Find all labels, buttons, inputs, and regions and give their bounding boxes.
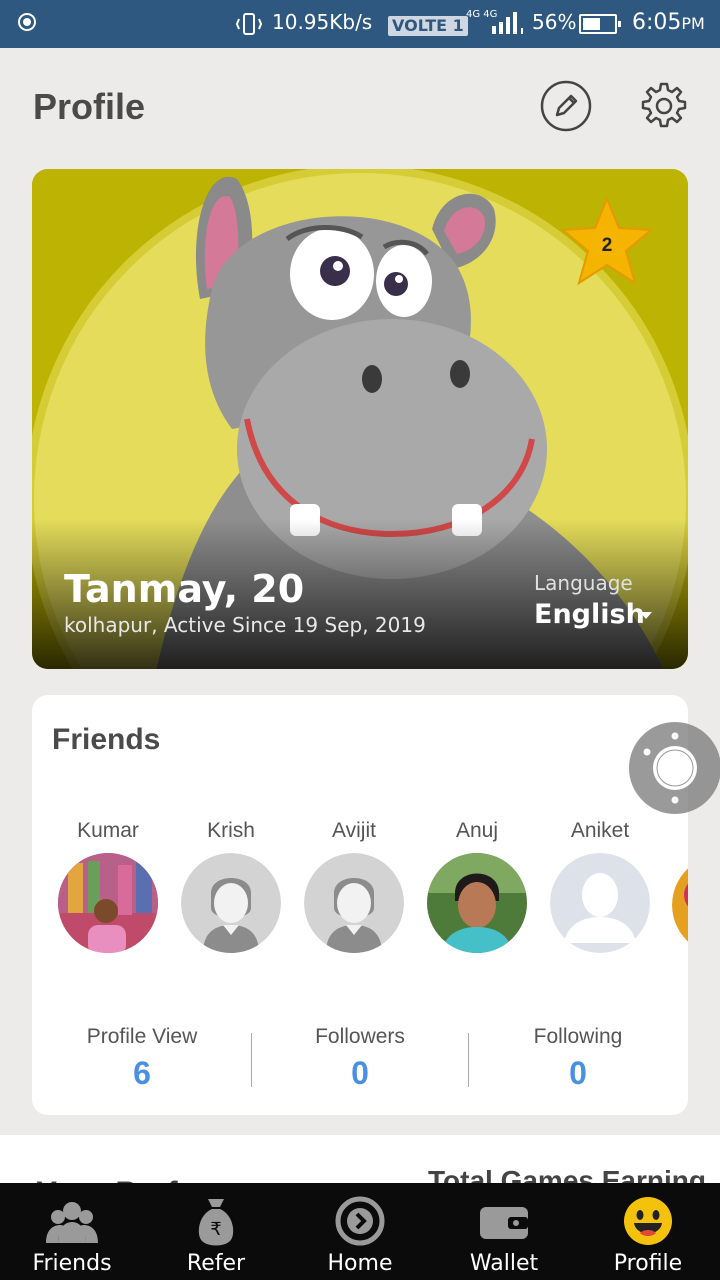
nav-profile[interactable]: Profile bbox=[576, 1183, 720, 1280]
stat-value: 0 bbox=[351, 1055, 369, 1091]
nav-friends[interactable]: Friends bbox=[0, 1183, 144, 1280]
friend-item[interactable]: Kumar bbox=[53, 819, 163, 953]
friend-item[interactable]: Anuj bbox=[422, 819, 532, 953]
clock: 6:05PM bbox=[632, 10, 705, 35]
language-label: Language bbox=[534, 571, 633, 595]
friend-item[interactable]: Avijit bbox=[299, 819, 409, 953]
friend-item[interactable]: Krish bbox=[176, 819, 286, 953]
stat-divider bbox=[251, 1033, 252, 1087]
language-select[interactable]: English bbox=[534, 599, 645, 630]
friend-name: Krish bbox=[207, 819, 255, 842]
profile-name-age: Tanmay, 20 bbox=[64, 567, 305, 611]
stat-label: Profile View bbox=[86, 1025, 198, 1048]
chevron-down-icon[interactable] bbox=[640, 612, 652, 619]
stat-value: 0 bbox=[569, 1055, 587, 1091]
pencil-icon bbox=[540, 80, 592, 132]
edit-profile-button[interactable] bbox=[540, 80, 592, 132]
status-bar: 10.95Kb/s VOLTE 1 4G 4G 56% 6:05PM bbox=[0, 0, 720, 48]
floating-assistive-button[interactable] bbox=[629, 722, 720, 814]
nav-refer[interactable]: ₹ Refer bbox=[144, 1183, 288, 1280]
gear-icon bbox=[641, 82, 687, 128]
money-bag-icon: ₹ bbox=[198, 1199, 234, 1246]
nav-wallet[interactable]: Wallet bbox=[432, 1183, 576, 1280]
nav-label: Home bbox=[327, 1251, 393, 1276]
friend-item[interactable]: Aniket bbox=[545, 819, 655, 953]
stat-value: 6 bbox=[133, 1055, 151, 1091]
svg-text:₹: ₹ bbox=[210, 1219, 221, 1240]
stat-profile-view: Profile View 6 bbox=[42, 1025, 242, 1092]
battery-icon bbox=[579, 14, 621, 34]
network-speed: 10.95Kb/s bbox=[272, 10, 373, 34]
avatar-silhouette-icon[interactable] bbox=[550, 853, 650, 953]
friend-avatar-partial[interactable] bbox=[672, 855, 688, 955]
friend-name: Avijit bbox=[332, 819, 376, 842]
nav-label: Profile bbox=[613, 1251, 683, 1276]
friend-name: Anuj bbox=[455, 819, 499, 842]
stat-label: Following bbox=[533, 1025, 623, 1048]
nav-label: Refer bbox=[186, 1251, 246, 1276]
assistive-touch-icon bbox=[643, 732, 697, 804]
friend-name: Kumar bbox=[77, 819, 139, 842]
volte-badge: VOLTE 1 bbox=[388, 16, 468, 36]
signal-icon bbox=[492, 12, 523, 34]
avatar-placeholder-icon[interactable] bbox=[181, 853, 281, 953]
profile-hero-card: 2 Tanmay, 20 kolhapur, Active Since 19 S… bbox=[32, 169, 688, 669]
friends-icon bbox=[46, 1202, 98, 1243]
home-icon bbox=[335, 1196, 385, 1246]
profile-location-active: kolhapur, Active Since 19 Sep, 2019 bbox=[64, 613, 426, 637]
bottom-navigation: Friends ₹ Refer Home Wallet Profile bbox=[0, 1183, 720, 1280]
wallet-icon bbox=[480, 1207, 528, 1239]
friend-avatar-photo[interactable] bbox=[58, 853, 158, 953]
friends-section-title: Friends bbox=[52, 723, 161, 756]
page-title: Profile bbox=[33, 86, 146, 127]
recording-icon bbox=[18, 13, 36, 31]
stat-followers[interactable]: Followers 0 bbox=[260, 1025, 460, 1092]
stat-following[interactable]: Following 0 bbox=[478, 1025, 678, 1092]
nav-label: Friends bbox=[32, 1251, 112, 1276]
nav-home[interactable]: Home bbox=[288, 1183, 432, 1280]
vibrate-icon bbox=[236, 13, 262, 35]
friends-card: Friends Kumar Krish Avijit Anuj Aniket P… bbox=[32, 695, 688, 1115]
settings-button[interactable] bbox=[638, 80, 690, 132]
avatar-placeholder-icon[interactable] bbox=[304, 853, 404, 953]
stat-divider bbox=[468, 1033, 469, 1087]
friend-avatar-photo[interactable] bbox=[427, 853, 527, 953]
nav-label: Wallet bbox=[469, 1251, 539, 1276]
stat-label: Followers bbox=[315, 1025, 405, 1048]
battery-percent: 56% bbox=[532, 10, 577, 34]
level-number: 2 bbox=[601, 235, 613, 256]
smiley-icon bbox=[624, 1197, 672, 1245]
friend-name: Aniket bbox=[570, 819, 630, 842]
